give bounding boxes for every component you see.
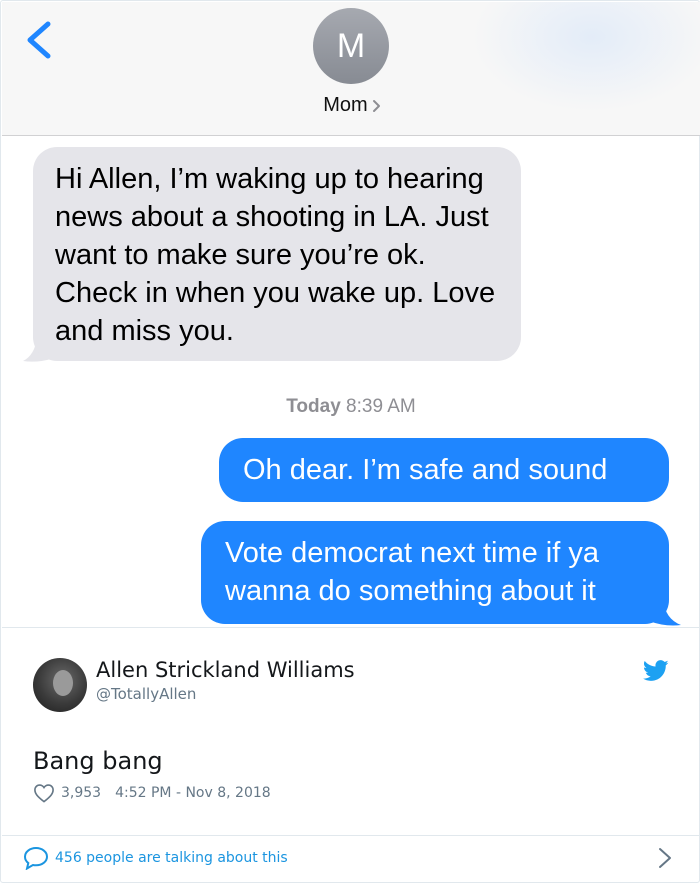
twitter-bird-icon[interactable] [643,660,669,682]
outgoing-message-bubble[interactable]: Oh dear. I’m safe and sound [219,438,669,502]
incoming-message-bubble[interactable]: Hi Allen, I’m waking up to hearing news … [33,147,521,361]
author-handle[interactable]: @TotallyAllen [96,685,196,703]
chevron-right-icon [372,100,380,112]
avatar-face [53,670,73,696]
conversation-link[interactable]: 456 people are talking about this [23,846,288,870]
outgoing-bubble-tail [649,599,681,626]
author-name[interactable]: Allen Strickland Williams [96,658,355,682]
heart-icon[interactable] [33,783,55,803]
message-timestamp: Today 8:39 AM [1,396,700,418]
timestamp-time: 8:39 AM [346,396,416,417]
embedded-tweet-card: M Mom Hi Allen, I’m waking up to hearing… [0,0,700,883]
messages-header: M Mom [2,2,700,136]
timestamp-day: Today [286,396,341,417]
like-count[interactable]: 3,953 [61,785,101,801]
contact-avatar[interactable]: M [313,8,389,84]
speech-bubble-icon [23,846,49,870]
outgoing-message-bubble[interactable]: Vote democrat next time if ya wanna do s… [201,521,669,624]
author-avatar[interactable] [33,658,87,712]
back-chevron-icon[interactable] [24,20,54,60]
contact-name[interactable]: Mom [323,94,367,117]
tweet-text: Bang bang [33,747,163,775]
contact-title[interactable]: Mom [2,94,700,117]
divider [2,627,700,628]
tweet-timestamp[interactable]: 4:52 PM - Nov 8, 2018 [115,785,271,801]
talking-about-text[interactable]: 456 people are talking about this [55,850,288,866]
tweet-meta: 3,953 4:52 PM - Nov 8, 2018 [33,783,271,803]
chevron-right-icon[interactable] [657,846,673,870]
divider [2,835,700,836]
